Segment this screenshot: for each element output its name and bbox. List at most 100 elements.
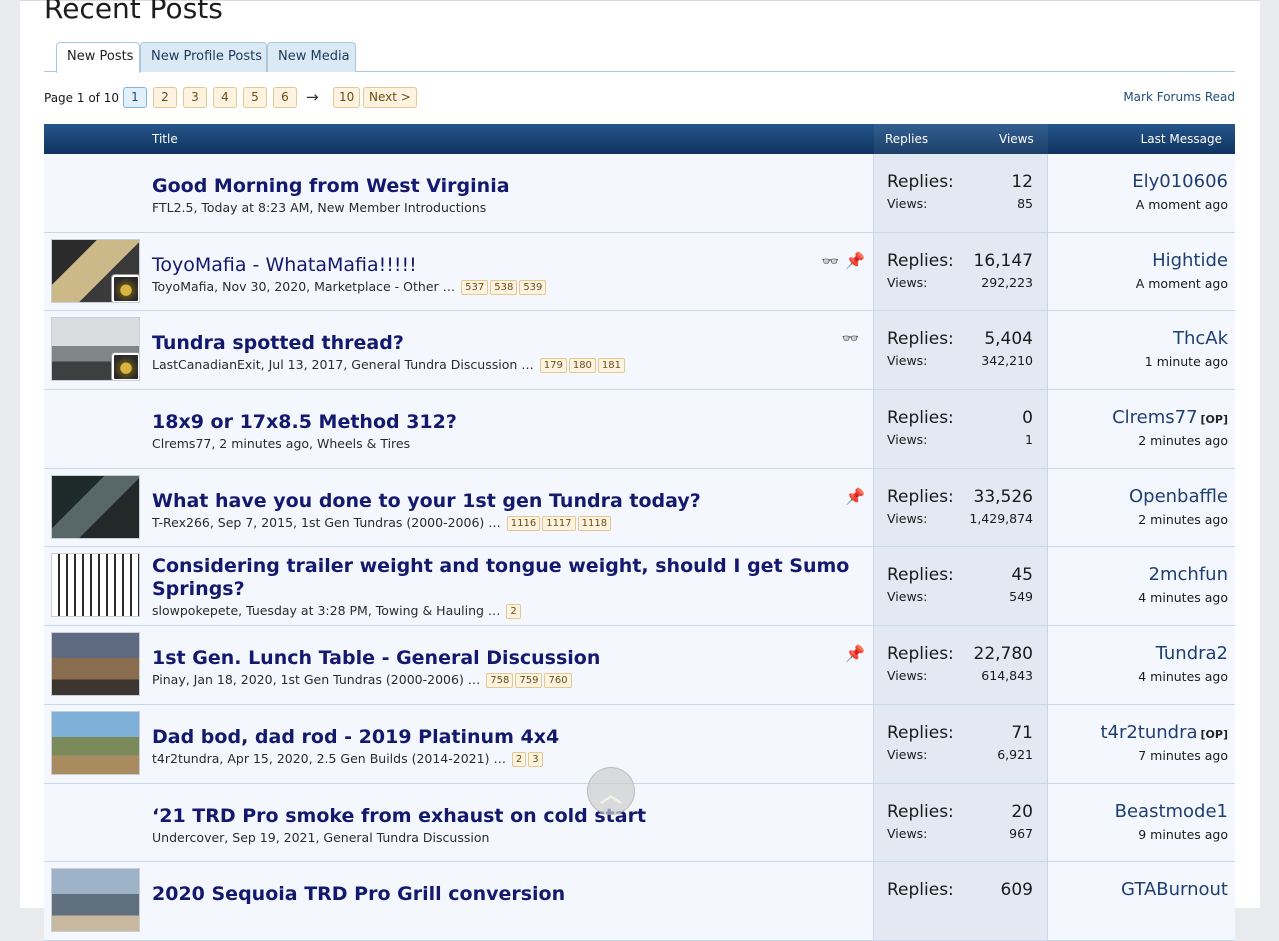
last-post-time[interactable]: 9 minutes ago (1138, 827, 1228, 842)
page-link-1[interactable]: 1 (123, 87, 147, 108)
page-skip-arrow: → (306, 88, 319, 106)
thread-title-link[interactable]: 2020 Sequoia TRD Pro Grill conversion (152, 883, 852, 906)
thread-thumbnail[interactable] (51, 632, 140, 697)
last-poster-link[interactable]: Ely010606 (1132, 171, 1228, 192)
thread-title-link[interactable]: 18x9 or 17x8.5 Method 312? (152, 411, 852, 434)
avatar[interactable] (112, 274, 139, 302)
thread-page-link[interactable]: 181 (597, 358, 626, 374)
last-poster-link[interactable]: Clrems77 (1112, 407, 1197, 428)
thread-row[interactable]: Replies: 12 Views: 85 Good Morning from West… (44, 154, 1235, 233)
thread-row[interactable]: Replies: 20 Views: 967 ‘21 TRD Pro smoke fro… (44, 783, 1235, 863)
tab-new-media[interactable]: New Media (267, 42, 356, 72)
page-link-3[interactable]: 3 (183, 87, 207, 108)
header-views[interactable]: Views (999, 132, 1034, 146)
thread-meta: Undercover, Sep 19, 2021, General Tundra… (152, 830, 852, 845)
thread-row[interactable]: Replies: 22,780 Views: 614,843 1st Gen. Lunc… (44, 626, 1235, 705)
thread-stats: Replies: 33,526 Views: 1,429,874 (873, 468, 1048, 547)
thread-page-link[interactable]: 538 (490, 279, 518, 295)
header-title[interactable]: Title (152, 132, 178, 146)
thread-thumbnail[interactable] (51, 317, 140, 382)
last-poster-link[interactable]: GTABurnout (1121, 879, 1228, 900)
thread-title-link[interactable]: Dad bod, dad rod - 2019 Platinum 4x4 (152, 726, 852, 749)
thread-title-link[interactable]: Considering trailer weight and tongue we… (152, 555, 852, 601)
last-post-time[interactable]: 2 minutes ago (1138, 512, 1228, 527)
thread-row[interactable]: Replies: 609 2020 Sequoia TRD Pro Grill co… (44, 862, 1235, 941)
next-page-button[interactable]: Next > (363, 87, 417, 108)
thread-row[interactable]: Replies: 16,147 Views: 292,223 ToyoMafia - W… (44, 232, 1235, 312)
last-poster-link[interactable]: Openbaffle (1129, 486, 1228, 507)
header-replies[interactable]: Replies (885, 132, 928, 146)
thread-page-link[interactable]: 1118 (577, 515, 612, 531)
thread-title-link[interactable]: Good Morning from West Virginia (152, 175, 852, 198)
page-link-last[interactable]: 10 (333, 87, 361, 108)
thread-stats: Replies: 609 (873, 862, 1048, 940)
thread-title-block: What have you done to your 1st gen Tundr… (152, 490, 852, 531)
thread-page-link[interactable]: 1117 (542, 515, 576, 531)
thread-title-link[interactable]: Tundra spotted thread? (152, 332, 852, 355)
thread-thumbnail[interactable] (51, 474, 140, 539)
last-poster-link[interactable]: Tundra2 (1156, 643, 1228, 664)
thread-row[interactable]: Replies: 45 Views: 549 Considering trailer w… (44, 547, 1235, 627)
thread-stats: Replies: 16,147 Views: 292,223 (873, 232, 1048, 311)
last-post-time[interactable]: A moment ago (1136, 197, 1228, 212)
thread-page-link[interactable]: 2 (506, 604, 521, 620)
page-link-2[interactable]: 2 (153, 87, 177, 108)
last-post-time[interactable]: A moment ago (1136, 276, 1228, 291)
thread-page-link[interactable]: 2 (511, 751, 527, 767)
thread-page-link[interactable]: 759 (515, 673, 543, 689)
last-poster: GTABurnout (1121, 879, 1228, 900)
tab-bar: New Posts New Profile Posts New Media (44, 42, 1235, 73)
scroll-to-top-button[interactable]: ︿ (587, 767, 635, 815)
thread-status-icons: 📌 (845, 487, 865, 506)
pin-icon: 📌 (845, 644, 865, 664)
last-post-time[interactable]: 7 minutes ago (1138, 748, 1228, 763)
thread-title-link[interactable]: ToyoMafia - WhataMafia!!!!! (152, 254, 852, 277)
last-poster-link[interactable]: Hightide (1152, 250, 1228, 271)
last-poster-link[interactable]: Beastmode1 (1115, 801, 1228, 822)
thread-title-link[interactable]: 1st Gen. Lunch Table - General Discussio… (152, 647, 852, 670)
thread-title-link[interactable]: What have you done to your 1st gen Tundr… (152, 490, 852, 513)
page-link-6[interactable]: 6 (273, 87, 297, 108)
thread-thumbnail[interactable] (51, 710, 140, 775)
page-link-5[interactable]: 5 (243, 87, 267, 108)
tab-new-posts[interactable]: New Posts (56, 42, 140, 73)
last-poster: Hightide (1152, 250, 1228, 271)
thread-page-link[interactable]: 537 (461, 279, 489, 295)
thread-title-block: Dad bod, dad rod - 2019 Platinum 4x4 t4r2… (152, 726, 852, 767)
thread-meta-text: ToyoMafia, Nov 30, 2020, Marketplace - O… (152, 278, 439, 294)
last-post-time[interactable]: 4 minutes ago (1138, 590, 1228, 605)
thread-page-link[interactable]: 179 (539, 358, 567, 374)
thread-page-link[interactable]: 760 (544, 673, 572, 689)
last-post-time[interactable]: 2 minutes ago (1138, 433, 1228, 448)
thread-meta: t4r2tundra, Apr 15, 2020, 2.5 Gen Builds… (152, 751, 852, 767)
thread-page-link[interactable]: 539 (519, 279, 547, 295)
thread-row[interactable]: Replies: 71 Views: 6,921 Dad bod, dad rod - … (44, 704, 1235, 784)
last-post-time[interactable]: 4 minutes ago (1138, 669, 1228, 684)
last-poster-link[interactable]: t4r2tundra (1100, 722, 1197, 743)
thread-page-link[interactable]: 180 (568, 358, 596, 374)
op-badge: [OP] (1200, 727, 1228, 741)
replies-label: Replies: (887, 329, 954, 350)
mark-forums-read-link[interactable]: Mark Forums Read (1123, 90, 1235, 104)
thread-meta-text: FTL2.5, Today at 8:23 AM, New Member Int… (152, 200, 487, 215)
thread-thumbnail[interactable] (51, 553, 140, 618)
thread-page-link[interactable]: 3 (528, 751, 543, 767)
header-last-message[interactable]: Last Message (1141, 132, 1222, 146)
thread-thumbnail[interactable] (51, 238, 140, 303)
thread-row[interactable]: Replies: 0 Views: 1 18x9 or 17x8.5 Method 31… (44, 390, 1235, 469)
views-count: 1,429,874 (969, 510, 1033, 526)
page-link-4[interactable]: 4 (213, 87, 237, 108)
avatar[interactable] (112, 353, 139, 381)
thread-page-link[interactable]: 758 (486, 673, 514, 689)
last-post-time[interactable]: 1 minute ago (1145, 354, 1228, 369)
thread-row[interactable]: Replies: 5,404 Views: 342,210 Tundra spotted… (44, 311, 1235, 391)
last-poster-link[interactable]: ThcAk (1173, 328, 1228, 349)
last-poster-link[interactable]: 2mchfun (1149, 564, 1228, 585)
thread-thumbnail[interactable] (51, 868, 140, 933)
thread-title-link[interactable]: ‘21 TRD Pro smoke from exhaust on cold s… (152, 805, 852, 828)
replies-count: 71 (1011, 722, 1033, 743)
tab-new-profile-posts[interactable]: New Profile Posts (140, 42, 267, 72)
replies-label: Replies: (887, 172, 954, 192)
thread-row[interactable]: Replies: 33,526 Views: 1,429,874 What have y… (44, 468, 1235, 548)
thread-page-link[interactable]: 1116 (506, 515, 541, 531)
